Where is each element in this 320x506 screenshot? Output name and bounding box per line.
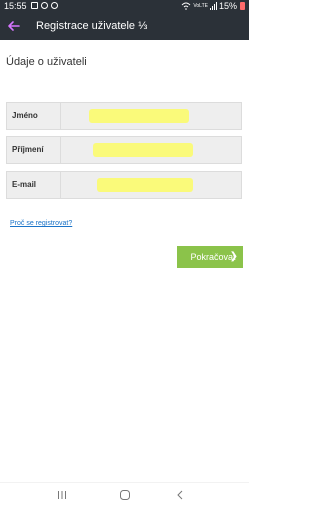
last-name-label: Příjmení [7,137,61,163]
first-name-label: Jméno [7,103,61,129]
last-name-field[interactable]: Příjmení [6,136,242,164]
page-title: Registrace uživatele ⅓ [36,20,148,32]
shield-notification-icon [51,2,58,9]
signal-bars-icon [209,2,217,10]
redaction-mark [89,109,189,123]
battery-icon [240,2,245,10]
settings-notification-icon [41,2,48,9]
app-bar: Registrace uživatele ⅓ [0,12,249,40]
status-bar: 15:55 VoLTE 15% [0,0,249,12]
arrow-left-icon[interactable] [6,18,22,34]
system-nav-bar [0,482,249,506]
signal-label: VoLTE [193,3,208,9]
notification-icons [31,2,58,9]
why-register-link[interactable]: Proč se registrovat? [10,220,72,227]
gallery-notification-icon [31,2,38,9]
wifi-icon [181,2,191,10]
status-time: 15:55 [4,1,27,11]
home-icon[interactable] [117,488,133,502]
first-name-field[interactable]: Jméno [6,102,242,130]
chevron-right-icon: ❯ [229,251,238,262]
section-title: Údaje o uživateli [6,56,87,68]
redaction-mark [97,178,193,192]
back-icon[interactable] [172,488,188,502]
email-label: E-mail [7,172,61,198]
battery-percent: 15% [218,1,237,11]
status-right: VoLTE 15% [181,0,245,12]
redaction-mark [93,143,193,157]
email-field[interactable]: E-mail [6,171,242,199]
continue-button[interactable]: Pokračovat ❯ [177,246,243,268]
recent-apps-icon[interactable] [54,488,70,502]
